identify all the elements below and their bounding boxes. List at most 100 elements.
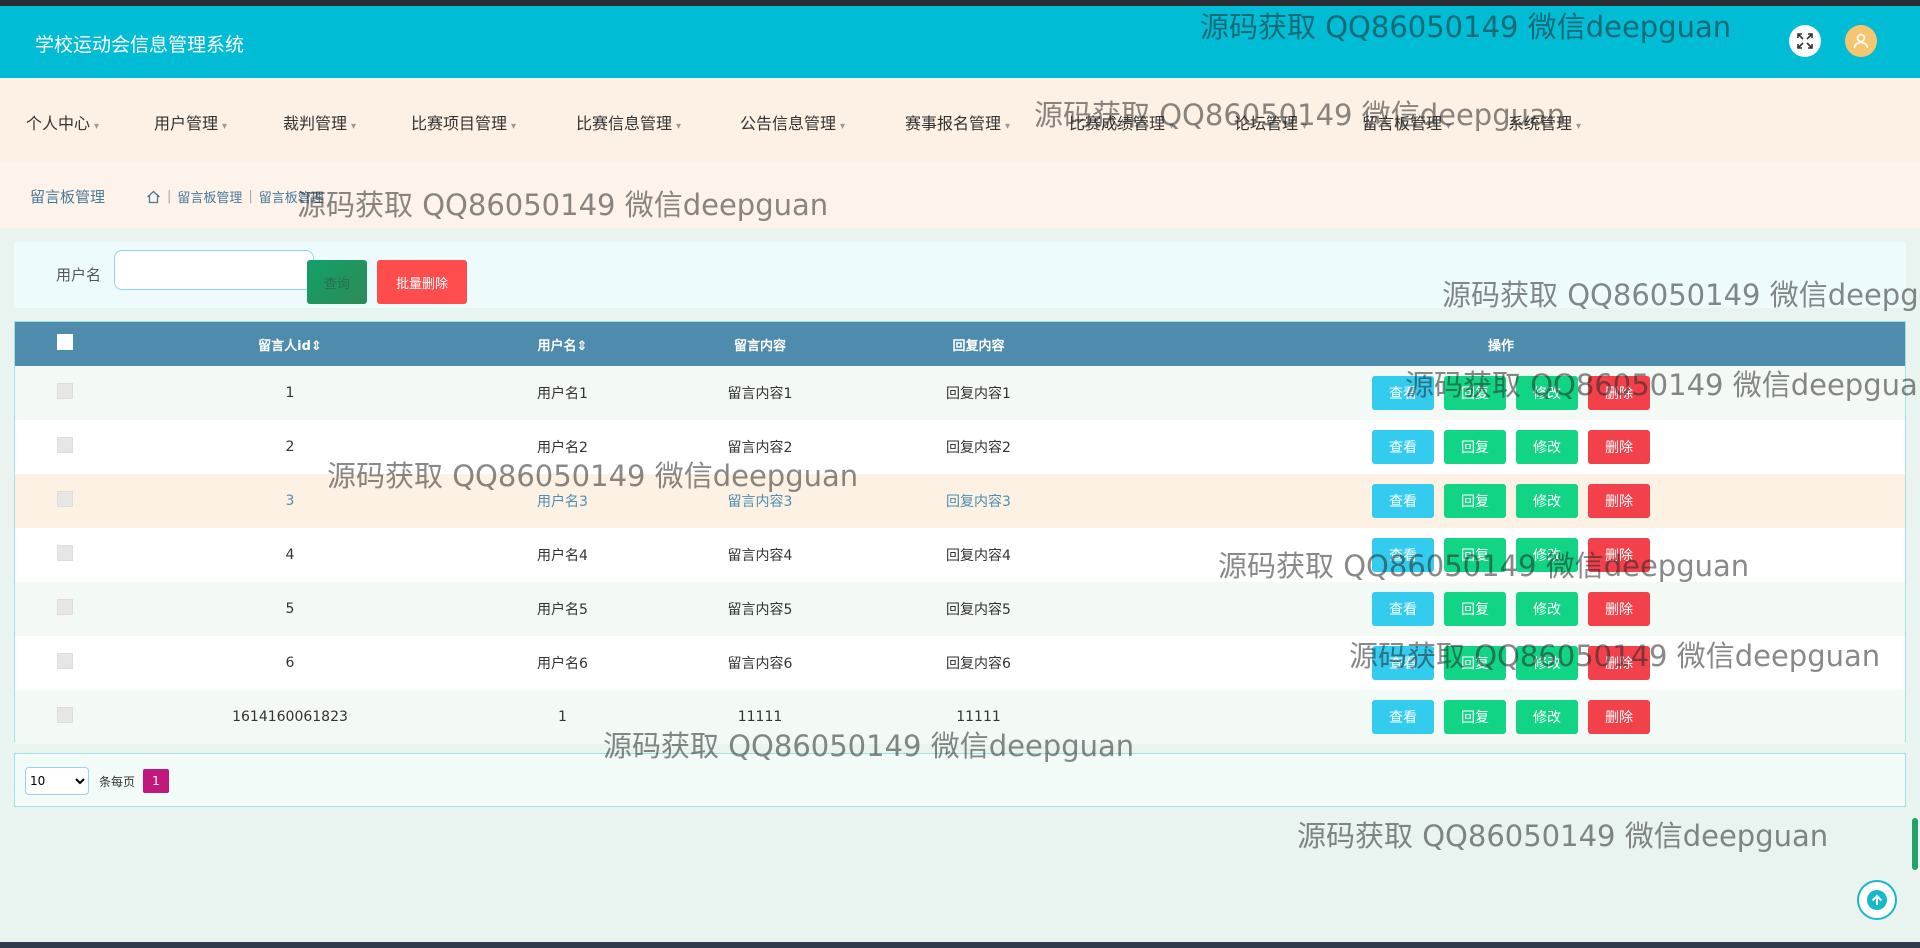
user-avatar[interactable]: [1845, 25, 1877, 57]
delete-button[interactable]: 删除: [1588, 592, 1650, 626]
back-to-top-button[interactable]: [1857, 880, 1897, 920]
reply-button[interactable]: 回复: [1444, 376, 1506, 410]
cell-actions: 查看 回复 修改 删除: [1097, 366, 1905, 420]
nav-label: 论坛管理: [1234, 114, 1299, 133]
nav-score-management[interactable]: 比赛成绩管理 ▾: [1069, 110, 1174, 134]
search-label: 用户名: [56, 266, 102, 284]
row-checkbox[interactable]: [57, 383, 73, 399]
delete-button[interactable]: 删除: [1588, 700, 1650, 734]
taskbar-edge: [0, 942, 1920, 948]
view-button[interactable]: 查看: [1372, 538, 1434, 572]
row-checkbox[interactable]: [57, 545, 73, 561]
reply-button[interactable]: 回复: [1444, 700, 1506, 734]
column-header-id[interactable]: 留言人id⇕: [115, 322, 465, 366]
table-row[interactable]: 3 用户名3 留言内容3 回复内容3 查看 回复 修改 删除: [15, 474, 1905, 528]
edit-button[interactable]: 修改: [1516, 430, 1578, 464]
cell-username: 用户名5: [537, 602, 588, 618]
row-checkbox[interactable]: [57, 491, 73, 507]
edit-button[interactable]: 修改: [1516, 484, 1578, 518]
edit-button[interactable]: 修改: [1516, 700, 1578, 734]
reply-button[interactable]: 回复: [1444, 538, 1506, 572]
nav-label: 比赛成绩管理: [1069, 114, 1166, 133]
row-checkbox[interactable]: [57, 653, 73, 669]
view-button[interactable]: 查看: [1372, 646, 1434, 680]
page-number-button[interactable]: 1: [143, 769, 169, 793]
nav-personal-center[interactable]: 个人中心 ▾: [26, 110, 99, 134]
page-size-select[interactable]: 10: [25, 767, 89, 795]
reply-button[interactable]: 回复: [1444, 646, 1506, 680]
home-icon[interactable]: [146, 190, 161, 204]
cell-reply: 回复内容1: [946, 386, 1011, 402]
table-row[interactable]: 4 用户名4 留言内容4 回复内容4 查看 回复 修改 删除: [15, 528, 1905, 582]
nav-user-management[interactable]: 用户管理 ▾: [154, 110, 227, 134]
column-header-username[interactable]: 用户名⇕: [465, 322, 660, 366]
edit-button[interactable]: 修改: [1516, 538, 1578, 572]
nav-system-management[interactable]: 系统管理 ▾: [1508, 110, 1581, 134]
edit-button[interactable]: 修改: [1516, 646, 1578, 680]
nav-message-board-management[interactable]: 留言板管理 ▾: [1362, 110, 1451, 134]
cell-content: 留言内容4: [727, 548, 793, 564]
delete-button[interactable]: 删除: [1588, 376, 1650, 410]
caret-down-icon: ▾: [1302, 121, 1308, 132]
cell-content: 留言内容1: [727, 386, 793, 402]
nav-event-item-management[interactable]: 比赛项目管理 ▾: [411, 110, 516, 134]
table-row[interactable]: 6 用户名6 留言内容6 回复内容6 查看 回复 修改 删除: [15, 636, 1905, 690]
reply-button[interactable]: 回复: [1444, 430, 1506, 464]
edit-button[interactable]: 修改: [1516, 592, 1578, 626]
nav-label: 用户管理: [154, 114, 219, 133]
view-button[interactable]: 查看: [1372, 484, 1434, 518]
cell-id: 2: [285, 439, 295, 455]
nav-registration-management[interactable]: 赛事报名管理 ▾: [905, 110, 1010, 134]
breadcrumb-level1[interactable]: 留言板管理: [177, 187, 242, 206]
nav-referee-management[interactable]: 裁判管理 ▾: [283, 110, 356, 134]
nav-match-info-management[interactable]: 比赛信息管理 ▾: [576, 110, 681, 134]
select-all-checkbox[interactable]: [57, 334, 73, 350]
query-button[interactable]: 查询: [307, 260, 367, 304]
user-icon: [1853, 33, 1869, 49]
table-row[interactable]: 1 用户名1 留言内容1 回复内容1 查看 回复 修改 删除: [15, 366, 1905, 420]
row-checkbox[interactable]: [57, 437, 73, 453]
scrollbar-thumb[interactable]: [1912, 818, 1918, 870]
cell-id: 1: [285, 385, 295, 401]
cell-reply: 回复内容5: [946, 602, 1011, 618]
nav-notice-management[interactable]: 公告信息管理 ▾: [740, 110, 845, 134]
username-search-input[interactable]: [114, 250, 314, 290]
cell-content: 留言内容3: [727, 494, 793, 510]
cell-username: 用户名3: [537, 494, 588, 510]
delete-button[interactable]: 删除: [1588, 430, 1650, 464]
fullscreen-button[interactable]: [1789, 25, 1821, 57]
row-checkbox[interactable]: [57, 707, 73, 723]
caret-down-icon: ▾: [94, 121, 100, 132]
fullscreen-icon: [1797, 33, 1813, 49]
cell-actions: 查看 回复 修改 删除: [1097, 636, 1905, 690]
nav-forum-management[interactable]: 论坛管理 ▾: [1234, 110, 1307, 134]
caret-down-icon: ▾: [511, 121, 517, 132]
batch-delete-button[interactable]: 批量删除: [377, 260, 467, 304]
cell-id: 4: [285, 547, 295, 563]
delete-button[interactable]: 删除: [1588, 538, 1650, 572]
row-checkbox[interactable]: [57, 599, 73, 615]
breadcrumb: | 留言板管理 | 留言板管理: [146, 187, 324, 206]
row-select-cell: [15, 528, 115, 582]
pagination: 10 条每页 1: [14, 753, 1906, 807]
cell-actions: 查看 回复 修改 删除: [1097, 690, 1905, 744]
table-row[interactable]: 1614160061823 1 11111 11111 查看 回复 修改 删除: [15, 690, 1905, 744]
nav-label: 公告信息管理: [740, 114, 837, 133]
reply-button[interactable]: 回复: [1444, 484, 1506, 518]
delete-button[interactable]: 删除: [1588, 646, 1650, 680]
edit-button[interactable]: 修改: [1516, 376, 1578, 410]
breadcrumb-level2: 留言板管理: [258, 191, 324, 206]
table-row[interactable]: 5 用户名5 留言内容5 回复内容5 查看 回复 修改 删除: [15, 582, 1905, 636]
view-button[interactable]: 查看: [1372, 376, 1434, 410]
view-button[interactable]: 查看: [1372, 430, 1434, 464]
reply-button[interactable]: 回复: [1444, 592, 1506, 626]
cell-actions: 查看 回复 修改 删除: [1097, 474, 1905, 528]
view-button[interactable]: 查看: [1372, 700, 1434, 734]
cell-username: 用户名4: [537, 548, 588, 564]
row-select-cell: [15, 582, 115, 636]
nav-label: 留言板管理: [1362, 114, 1443, 133]
row-select-cell: [15, 636, 115, 690]
table-row[interactable]: 2 用户名2 留言内容2 回复内容2 查看 回复 修改 删除: [15, 420, 1905, 474]
view-button[interactable]: 查看: [1372, 592, 1434, 626]
delete-button[interactable]: 删除: [1588, 484, 1650, 518]
